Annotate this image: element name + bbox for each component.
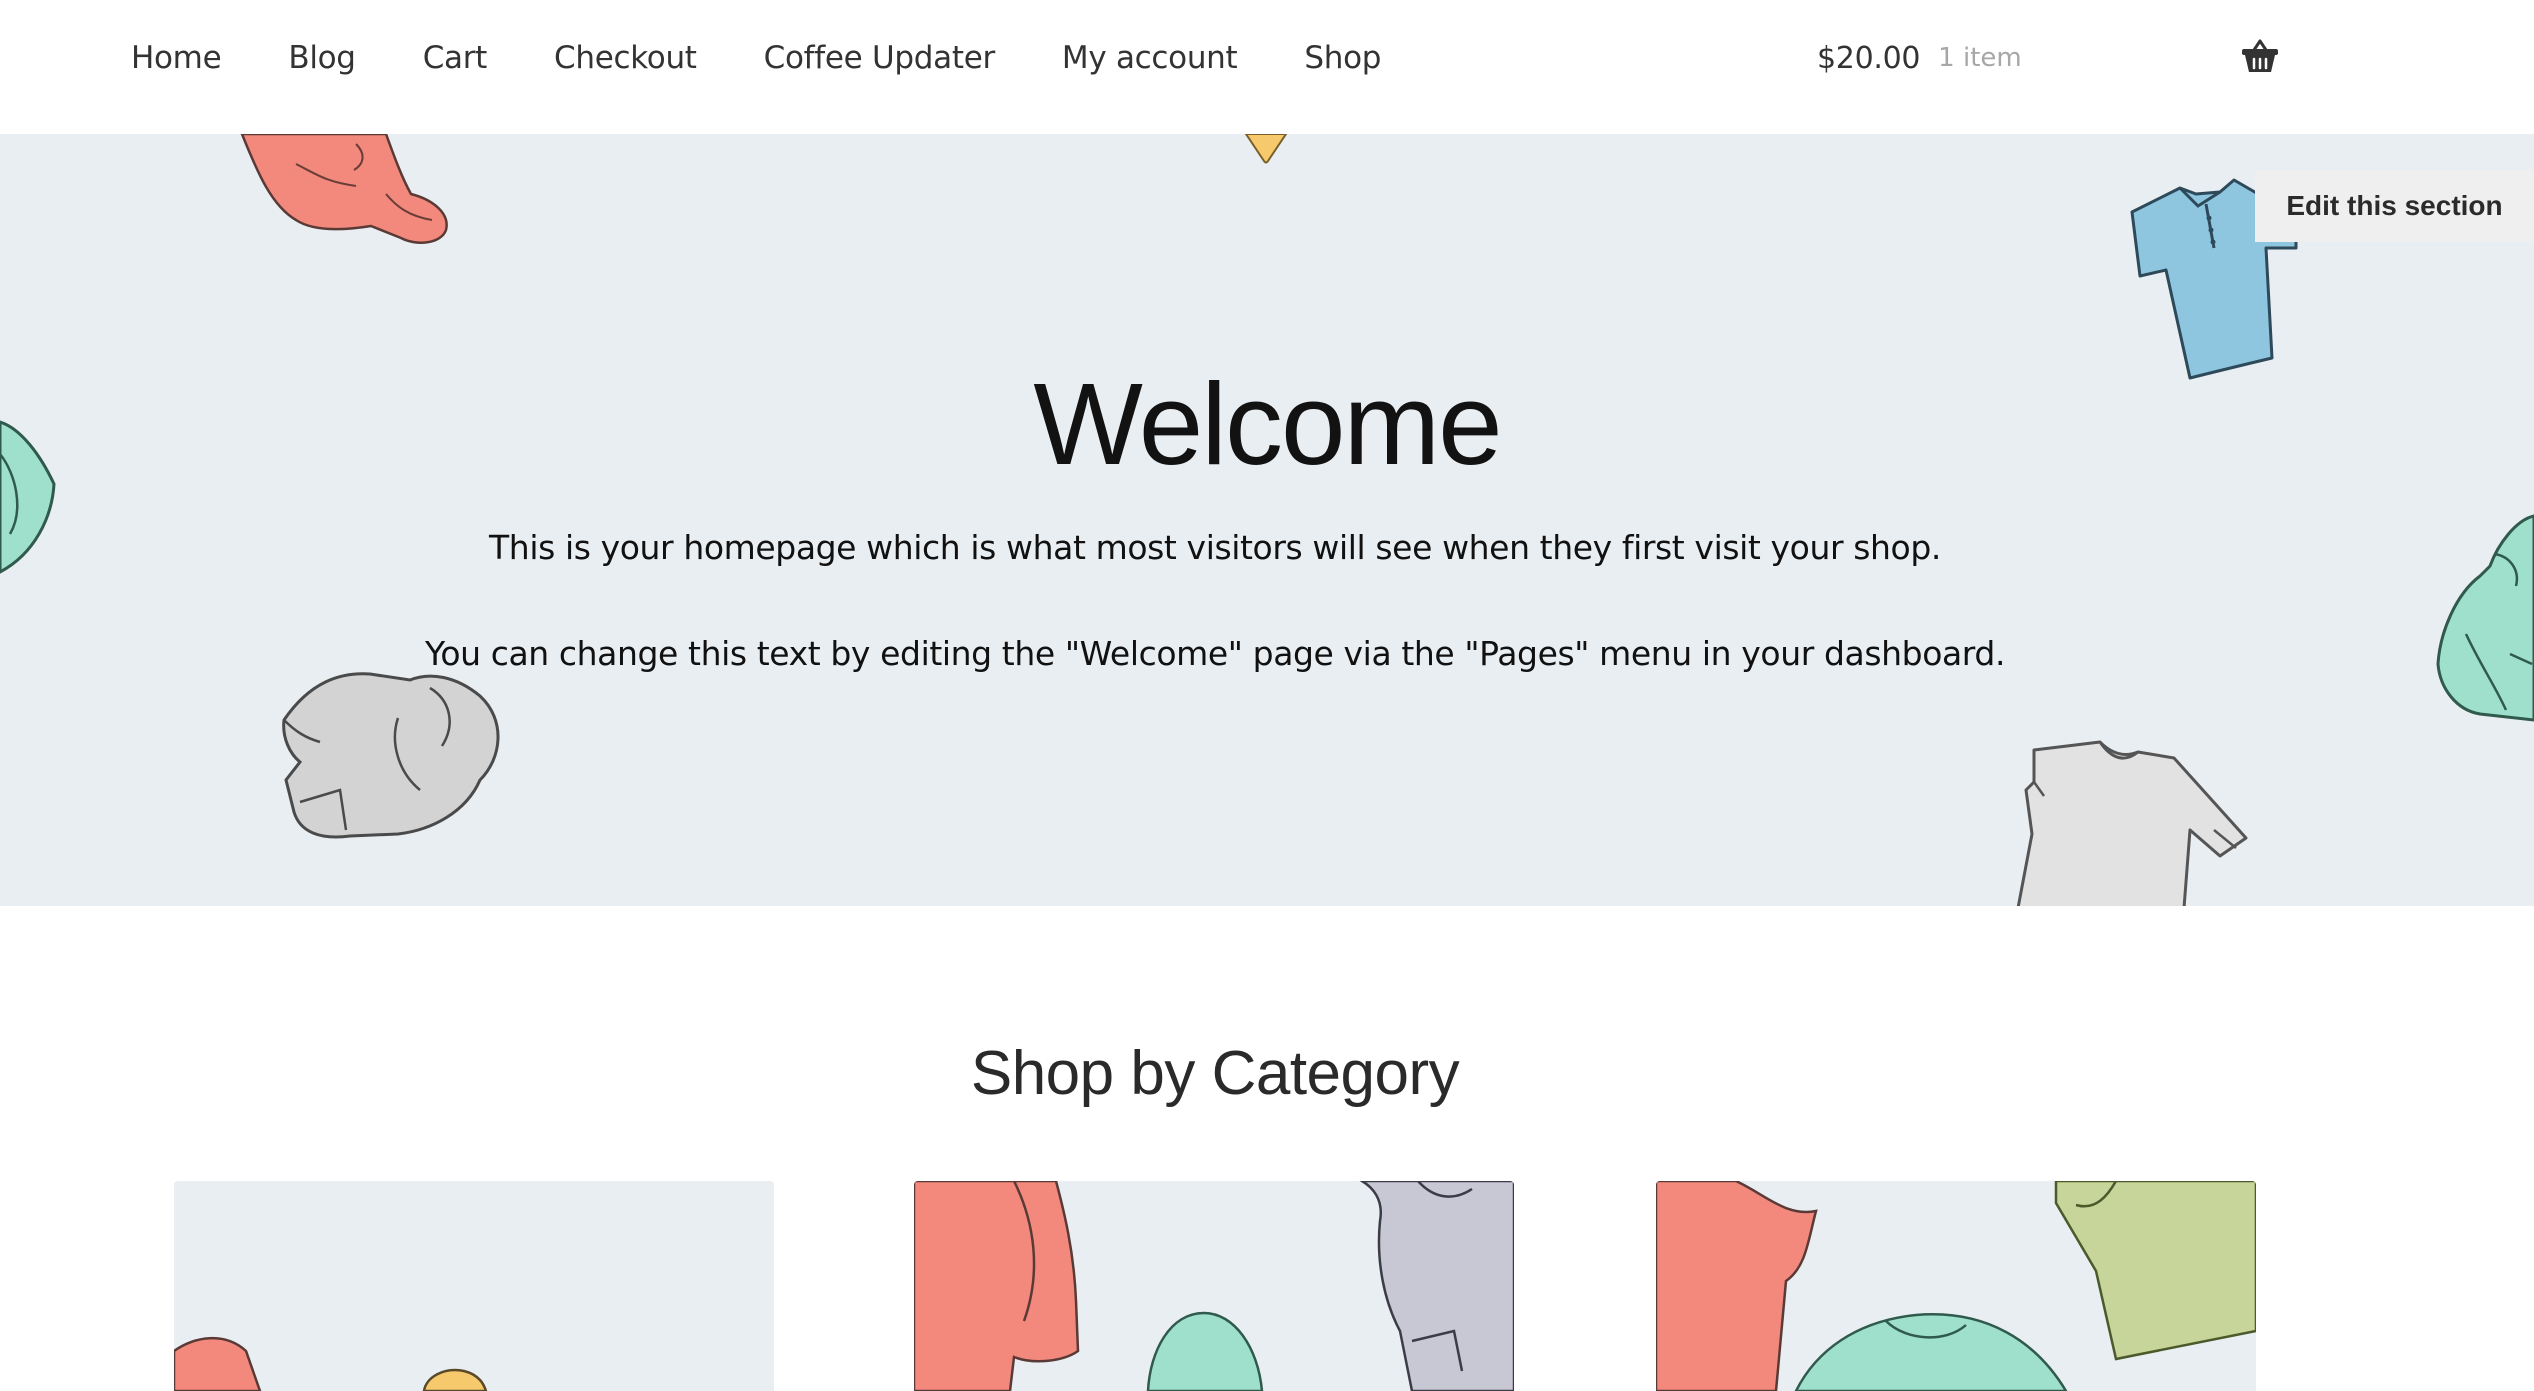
main-navigation: Home Blog Cart Checkout Coffee Updater M… bbox=[131, 0, 1381, 116]
category-card[interactable] bbox=[1656, 1181, 2256, 1391]
hero-title: Welcome bbox=[1033, 359, 1502, 489]
hero-paragraph-2: You can change this text by editing the … bbox=[424, 634, 2006, 673]
red-hoodie-illustration bbox=[240, 134, 448, 244]
hero-section: Welcome This is your homepage which is w… bbox=[0, 134, 2534, 906]
cart-summary[interactable]: $20.00 1 item bbox=[1817, 0, 2022, 116]
nav-link-home[interactable]: Home bbox=[131, 40, 222, 76]
category-card[interactable] bbox=[914, 1181, 1514, 1391]
nav-link-cart[interactable]: Cart bbox=[423, 40, 488, 76]
category-image bbox=[1656, 1181, 2256, 1391]
hero-paragraph-1: This is your homepage which is what most… bbox=[489, 528, 1941, 567]
shop-by-category-title: Shop by Category bbox=[970, 1039, 1460, 1108]
green-hoodie-right-illustration bbox=[2436, 514, 2534, 722]
nav-link-coffee-updater[interactable]: Coffee Updater bbox=[764, 40, 996, 76]
basket-icon[interactable] bbox=[2240, 36, 2280, 76]
edit-section-button[interactable]: Edit this section bbox=[2255, 170, 2534, 242]
yellow-shape-illustration bbox=[1244, 134, 1288, 164]
category-image bbox=[914, 1181, 1514, 1391]
category-card[interactable] bbox=[174, 1181, 774, 1391]
cart-amount: $20.00 bbox=[1817, 40, 1921, 76]
nav-link-shop[interactable]: Shop bbox=[1304, 40, 1381, 76]
site-header: Home Blog Cart Checkout Coffee Updater M… bbox=[0, 0, 2534, 134]
nav-link-checkout[interactable]: Checkout bbox=[554, 40, 697, 76]
category-image bbox=[174, 1337, 488, 1391]
nav-link-my-account[interactable]: My account bbox=[1062, 40, 1238, 76]
cart-item-count: 1 item bbox=[1938, 43, 2022, 73]
gray-hoodie-illustration bbox=[282, 672, 500, 839]
white-tshirt-illustration bbox=[2016, 740, 2248, 906]
nav-link-blog[interactable]: Blog bbox=[288, 40, 356, 76]
